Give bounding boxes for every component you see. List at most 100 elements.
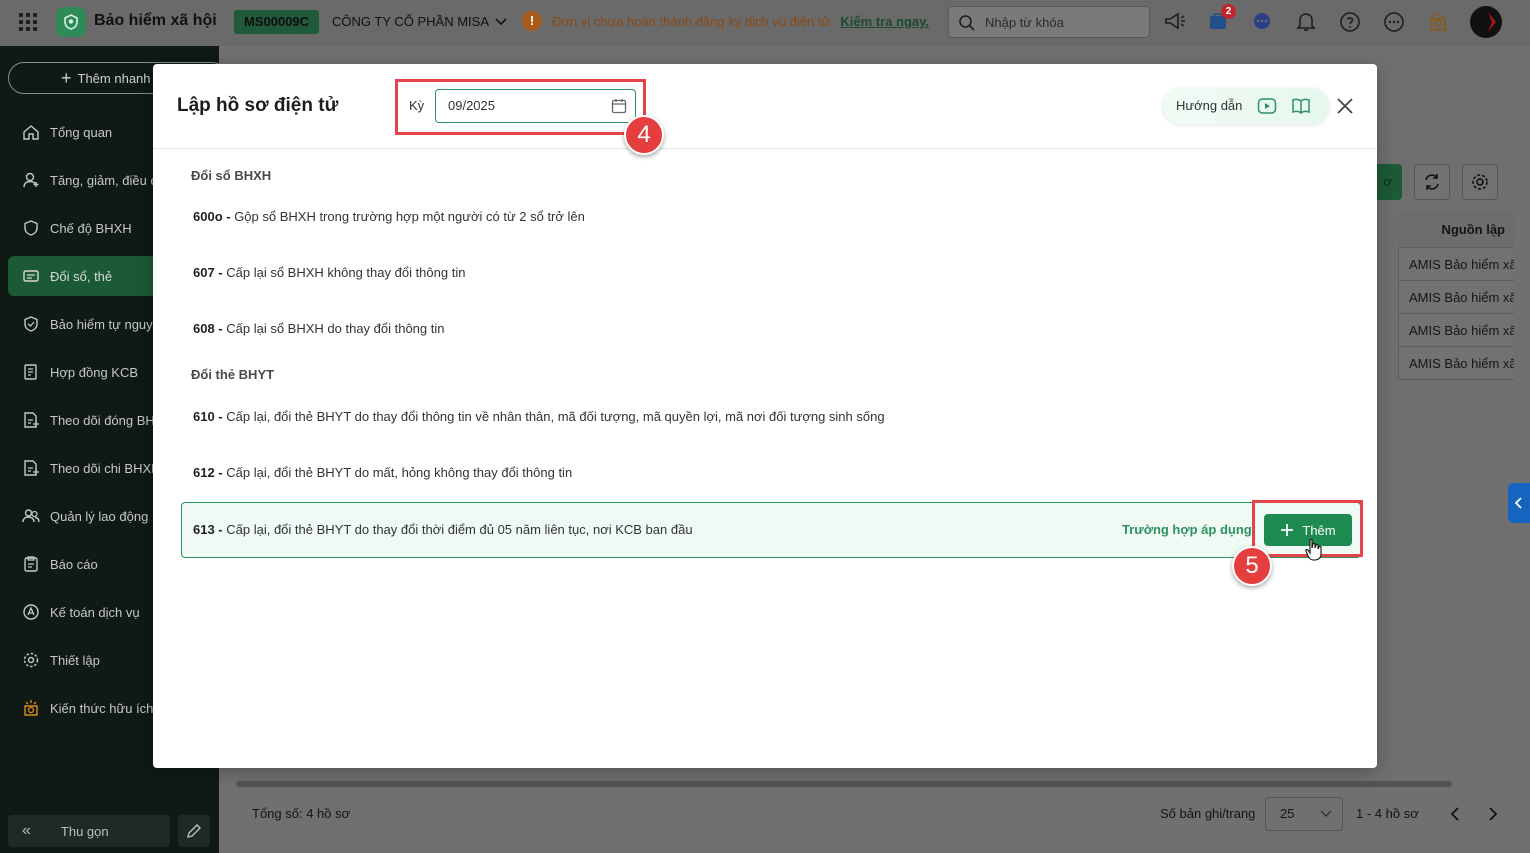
next-page-icon[interactable]	[1484, 806, 1500, 822]
per-page-value: 25	[1280, 806, 1295, 821]
create-electronic-record-dialog: Lập hồ sơ điện tử Kỳ 4 Hướng dẫn Đổi sổ …	[153, 64, 1377, 768]
doc-plus-icon	[24, 412, 39, 428]
guide-button[interactable]: Hướng dẫn	[1163, 88, 1329, 124]
page-range: 1 - 4 hồ sơ	[1356, 806, 1419, 821]
procedure-text: 600o - Gộp sổ BHXH trong trường hợp một …	[193, 209, 585, 224]
more-icon[interactable]	[1382, 10, 1406, 34]
procedure-text: 612 - Cấp lại, đổi thẻ BHYT do mất, hỏng…	[193, 465, 572, 480]
report-icon	[24, 556, 38, 572]
sidebar-item-label: Bảo hiểm tự nguyện	[50, 316, 168, 332]
chevron-left-icon	[1515, 497, 1522, 509]
app-logo-icon	[56, 7, 86, 37]
background-table: Nguồn lập AMIS Bảo hiểm xã hội AMIS Bảo …	[1398, 212, 1514, 380]
per-page-label: Số bản ghi/trang	[1160, 806, 1256, 821]
prev-page-icon[interactable]	[1448, 806, 1464, 822]
procedure-text: 607 - Cấp lại sổ BHXH không thay đổi thô…	[193, 265, 465, 280]
warning-message: Đơn vị chưa hoàn thành đăng ký dịch vụ đ…	[552, 14, 929, 29]
procedure-text: 608 - Cấp lại sổ BHXH do thay đổi thông …	[193, 321, 445, 336]
sidebar-item-label: Tổng quan	[50, 124, 113, 140]
dialog-body: Đổi sổ BHXH 600o - Gộp sổ BHXH trong trư…	[153, 150, 1377, 768]
applicable-cases-link[interactable]: Trường hợp áp dụng	[1122, 522, 1252, 537]
cart-icon[interactable]: 2	[1206, 4, 1236, 34]
list-item[interactable]: 610 - Cấp lại, đổi thẻ BHYT do thay đổi …	[181, 389, 1361, 445]
accounting-icon	[23, 604, 39, 620]
users-icon	[22, 509, 40, 523]
sidebar-item-label: Chế độ BHXH	[50, 220, 132, 236]
procedure-code: 600o -	[193, 209, 235, 224]
gear-icon	[23, 652, 39, 668]
refresh-icon[interactable]	[1414, 164, 1450, 200]
list-item-hovered[interactable]: 613 - Cấp lại, đổi thẻ BHYT do thay đổi …	[181, 502, 1361, 558]
warning-icon: !	[522, 11, 542, 31]
sidebar-item-label: Quản lý lao động	[50, 508, 149, 524]
table-row[interactable]: AMIS Bảo hiểm xã hội	[1398, 281, 1514, 314]
tenant-code-badge: MS00009C	[234, 10, 320, 34]
procedure-text: 610 - Cấp lại, đổi thẻ BHYT do thay đổi …	[193, 409, 885, 424]
total-records: Tổng số: 4 hồ sơ	[252, 806, 351, 821]
lightbulb-icon[interactable]	[1426, 10, 1450, 34]
search-box[interactable]	[948, 6, 1150, 38]
dialog-title: Lập hồ sơ điện tử	[177, 95, 339, 116]
avatar[interactable]	[1470, 6, 1502, 38]
cart-badge: 2	[1221, 4, 1236, 19]
chevron-down-icon	[495, 17, 507, 25]
edit-icon[interactable]	[178, 815, 210, 847]
side-panel-toggle[interactable]	[1508, 483, 1530, 523]
card-icon	[23, 270, 39, 282]
company-name: CÔNG TY CỔ PHẦN MISA	[332, 14, 489, 29]
video-play-icon[interactable]	[1257, 97, 1277, 115]
megaphone-icon[interactable]	[1163, 10, 1187, 34]
sidebar-item-label: Kế toán dịch vụ	[50, 604, 140, 620]
table-row[interactable]: AMIS Bảo hiểm xã hội	[1398, 248, 1514, 281]
bulb-icon	[24, 700, 38, 716]
list-item[interactable]: 600o - Gộp sổ BHXH trong trường hợp một …	[181, 189, 1361, 245]
procedure-desc: Cấp lại sổ BHXH do thay đổi thông tin	[226, 321, 445, 336]
column-header-source: Nguồn lập	[1398, 212, 1514, 248]
company-selector[interactable]: CÔNG TY CỔ PHẦN MISA	[332, 14, 507, 29]
procedure-desc: Cấp lại sổ BHXH không thay đổi thông tin	[226, 265, 466, 280]
search-icon	[959, 15, 975, 31]
shield-heart-icon	[24, 220, 38, 236]
list-item[interactable]: 612 - Cấp lại, đổi thẻ BHYT do mất, hỏng…	[181, 445, 1361, 501]
chevron-down-icon	[1320, 810, 1332, 817]
user-icon	[23, 172, 39, 188]
app-grid-icon[interactable]	[19, 13, 37, 31]
horizontal-scrollbar[interactable]	[236, 781, 1452, 787]
contract-icon	[24, 364, 37, 380]
book-icon[interactable]	[1291, 97, 1311, 115]
per-page-select[interactable]: 25	[1265, 797, 1343, 831]
home-icon	[23, 125, 39, 140]
sidebar-item-label: Thiết lập	[50, 652, 100, 668]
procedure-desc: Cấp lại, đổi thẻ BHYT do mất, hỏng không…	[226, 465, 573, 480]
table-row[interactable]: AMIS Bảo hiểm xã hội	[1398, 347, 1514, 380]
procedure-desc: Cấp lại, đổi thẻ BHYT do thay đổi thông …	[226, 409, 885, 424]
procedure-code: 610 -	[193, 409, 227, 424]
period-highlight-box	[395, 79, 646, 135]
top-bar: Bảo hiểm xã hội MS00009C CÔNG TY CỔ PHẦN…	[0, 0, 1530, 46]
settings-icon[interactable]	[1462, 164, 1498, 200]
chat-icon[interactable]	[1250, 10, 1274, 34]
group-title-card: Đổi thẻ BHYT	[191, 367, 275, 382]
procedure-code: 608 -	[193, 321, 227, 336]
close-icon[interactable]	[1335, 96, 1355, 116]
check-now-link[interactable]: Kiểm tra ngay.	[840, 14, 929, 29]
bell-icon[interactable]	[1294, 10, 1318, 34]
sidebar-item-label: Báo cáo	[50, 556, 98, 572]
help-icon[interactable]	[1338, 10, 1362, 34]
table-footer: Tổng số: 4 hồ sơ Số bản ghi/trang 25 1 -…	[236, 792, 1514, 838]
procedure-code: 607 -	[193, 265, 227, 280]
sidebar-item-label: Hợp đồng KCB	[50, 364, 139, 380]
sidebar-item-label: Theo dõi chi BHXH	[50, 460, 161, 476]
sidebar-item-label: Đổi sổ, thẻ	[50, 268, 113, 284]
search-input[interactable]	[985, 13, 1135, 31]
table-row[interactable]: AMIS Bảo hiểm xã hội	[1398, 314, 1514, 347]
double-chevron-left-icon: «	[22, 822, 31, 839]
procedure-desc: Cấp lại, đổi thẻ BHYT do thay đổi thời đ…	[226, 522, 693, 537]
collapse-label: Thu gọn	[60, 823, 109, 839]
hand-cursor-icon	[1305, 538, 1322, 561]
warning-text: Đơn vị chưa hoàn thành đăng ký dịch vụ đ…	[552, 14, 834, 29]
list-item[interactable]: 607 - Cấp lại sổ BHXH không thay đổi thô…	[181, 245, 1361, 301]
sidebar-item-label: Kiến thức hữu ích	[50, 700, 154, 716]
collapse-button[interactable]: « Thu gọn	[8, 815, 170, 847]
list-item[interactable]: 608 - Cấp lại sổ BHXH do thay đổi thông …	[181, 301, 1361, 357]
